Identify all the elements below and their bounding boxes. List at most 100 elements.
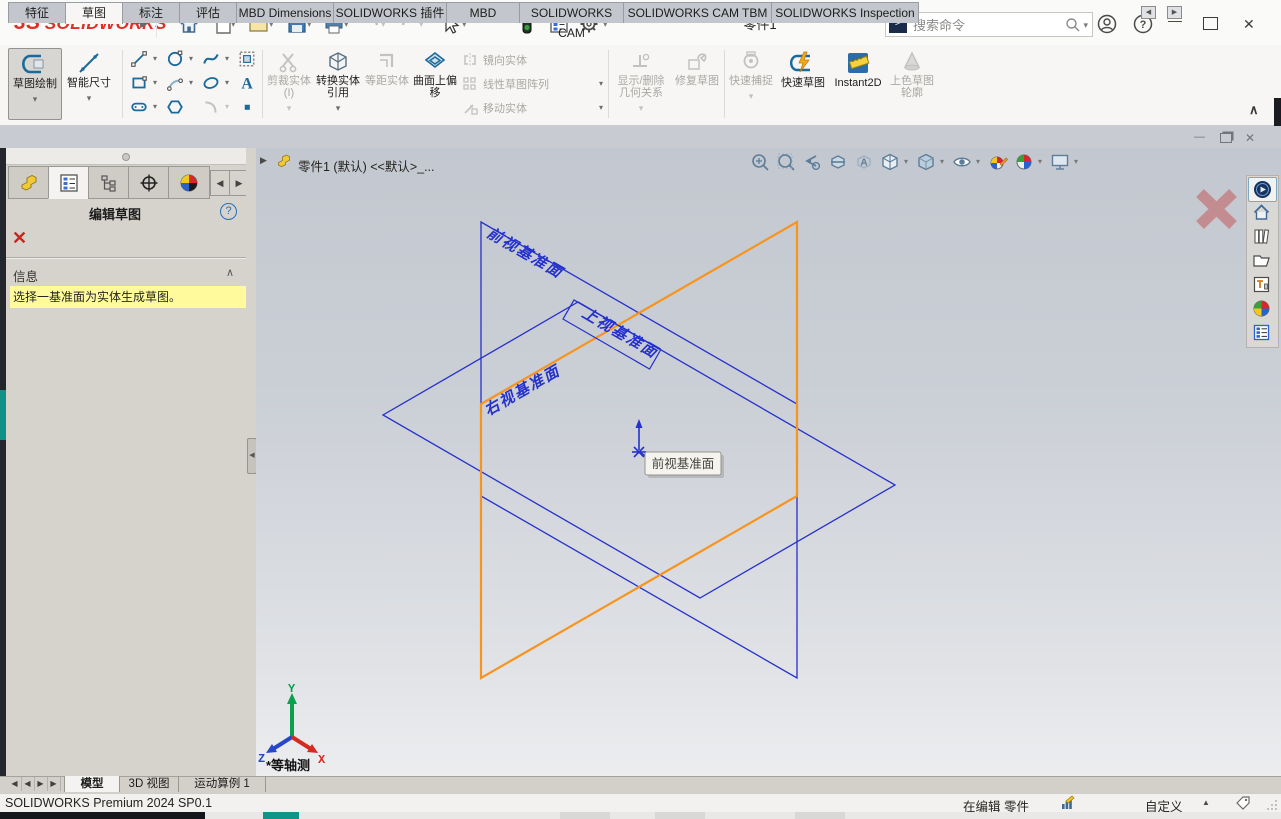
- ellipse-dropdown[interactable]: ▾: [222, 78, 232, 87]
- quick-snaps-icon: [739, 50, 763, 74]
- arc-tool[interactable]: [166, 74, 184, 92]
- convert-entities-button[interactable]: 转换实体引用 ▾: [314, 48, 362, 118]
- cmdbar-minimize-icon[interactable]: —: [1194, 131, 1205, 143]
- tape-first-button[interactable]: ◀: [8, 777, 22, 791]
- tab-dimxpert-manager[interactable]: [128, 166, 170, 199]
- right-plane-label[interactable]: 右视基准面: [482, 362, 565, 420]
- task-pane-3dexperience[interactable]: [1248, 177, 1277, 202]
- taskbar-app-segment: [795, 812, 845, 819]
- rectangle-dropdown[interactable]: ▾: [150, 78, 160, 87]
- tab-motion-study[interactable]: 运动算例 1: [178, 776, 266, 792]
- taskbar-teal-app: [263, 812, 299, 819]
- scene-3d[interactable]: 前视基准面 上视基准面 右视基准面 前视基准面: [256, 148, 1281, 776]
- tab-addins[interactable]: SOLIDWORKS 插件: [333, 2, 447, 23]
- ribbon-collapse-chevron[interactable]: ∧: [1249, 102, 1259, 118]
- arc-dropdown[interactable]: ▾: [186, 78, 196, 87]
- sketch-button[interactable]: 草图绘制 ▾: [8, 48, 62, 120]
- tab-inspection[interactable]: SOLIDWORKS Inspection: [771, 2, 919, 23]
- offset-entities-label: 等距实体: [365, 75, 409, 87]
- smart-dimension-button[interactable]: 智能尺寸 ▾: [64, 48, 114, 118]
- tab-property-manager[interactable]: [48, 166, 90, 199]
- tab-cam-tbm[interactable]: SOLIDWORKS CAM TBM: [623, 2, 772, 23]
- tag-icon[interactable]: [1235, 795, 1251, 811]
- tab-feature-tree[interactable]: [8, 166, 50, 199]
- rapid-sketch-button[interactable]: 快速草图: [778, 48, 828, 118]
- sketch-dropdown[interactable]: ▾: [9, 93, 61, 105]
- text-tool[interactable]: A: [238, 74, 256, 92]
- fillet-tool[interactable]: [202, 98, 220, 116]
- shaded-contours-icon: [900, 50, 924, 74]
- unit-system-icon[interactable]: [1060, 795, 1076, 811]
- move-entities-label: 移动实体: [483, 100, 527, 116]
- convert-dropdown[interactable]: ▾: [314, 102, 362, 114]
- maximize-button[interactable]: [1203, 17, 1218, 30]
- cancel-sketch-icon[interactable]: ✕: [12, 228, 27, 249]
- tab-display-manager[interactable]: [168, 166, 210, 199]
- line-tool[interactable]: [130, 50, 148, 68]
- pane-left-icon[interactable]: ◀: [1141, 6, 1156, 19]
- point-tool[interactable]: [238, 98, 256, 116]
- tape-next-button[interactable]: ▶: [34, 777, 48, 791]
- tab-evaluate[interactable]: 评估: [179, 2, 237, 23]
- instant2d-label: Instant2D: [834, 77, 881, 89]
- tape-last-button[interactable]: ▶: [47, 777, 61, 791]
- display-relations-icon: [629, 50, 653, 74]
- circle-dropdown[interactable]: ▾: [186, 54, 196, 63]
- ellipse-tool[interactable]: [202, 74, 220, 92]
- tab-3d-views[interactable]: 3D 视图: [119, 776, 179, 792]
- cmdbar-close-icon[interactable]: ✕: [1245, 131, 1255, 145]
- configuration-manager-icon: [99, 173, 119, 193]
- customize-up-icon[interactable]: ▲: [1202, 798, 1210, 807]
- smart-dimension-dropdown[interactable]: ▾: [64, 92, 114, 104]
- tab-mbd[interactable]: MBD: [446, 2, 520, 23]
- trim-entities-label: 剪裁实体(I): [267, 75, 311, 99]
- front-plane-label[interactable]: 前视基准面: [484, 224, 567, 283]
- panel-help-icon[interactable]: ?: [220, 203, 237, 220]
- slot-tool[interactable]: [130, 98, 148, 116]
- search-input[interactable]: 搜索命令: [913, 15, 1065, 34]
- search-icon[interactable]: [1065, 17, 1081, 33]
- instant2d-button[interactable]: Instant2D: [830, 48, 886, 118]
- resize-grip[interactable]: [1266, 799, 1278, 811]
- instant2d-icon: [845, 50, 871, 76]
- tab-sketch[interactable]: 草图: [65, 2, 123, 24]
- spline-dropdown[interactable]: ▾: [222, 54, 232, 63]
- spline-tool[interactable]: [202, 50, 220, 68]
- sketch-label: 草图绘制: [13, 78, 57, 90]
- circle-tool[interactable]: [166, 50, 184, 68]
- reference-triad: Y Z X: [258, 682, 326, 767]
- panel-tab-scroll-left[interactable]: ◀: [210, 170, 230, 196]
- rectangle-tool[interactable]: [130, 74, 148, 92]
- top-plane-label[interactable]: 上视基准面: [579, 305, 662, 363]
- exit-sketch-icon[interactable]: [1200, 193, 1233, 225]
- task-pane-home[interactable]: [1248, 201, 1275, 224]
- account-icon[interactable]: [1097, 14, 1117, 34]
- task-pane-view-palette[interactable]: [1248, 273, 1275, 296]
- view-palette-icon: [1252, 275, 1271, 294]
- polygon-tool[interactable]: [166, 98, 184, 116]
- panel-splitter-dot: [122, 153, 130, 161]
- tab-model[interactable]: 模型: [64, 776, 120, 792]
- tape-prev-button[interactable]: ◀: [21, 777, 35, 791]
- search-dropdown[interactable]: ▾: [1083, 14, 1088, 36]
- mirror-entities-icon: [462, 52, 478, 68]
- tab-configuration-manager[interactable]: [88, 166, 130, 199]
- cmdbar-restore-icon[interactable]: [1220, 133, 1232, 143]
- pane-right-icon[interactable]: ▶: [1167, 6, 1182, 19]
- tab-mbd-dimensions[interactable]: MBD Dimensions: [236, 2, 334, 23]
- offset-on-surface-icon: [423, 50, 447, 74]
- tab-annotate[interactable]: 标注: [122, 2, 180, 23]
- sketch-picture-tool[interactable]: [238, 50, 256, 68]
- task-pane-custom-properties[interactable]: [1248, 321, 1275, 344]
- tab-features[interactable]: 特征: [8, 2, 66, 23]
- offset-on-surface-button[interactable]: 曲面上偏移: [412, 48, 458, 118]
- line-dropdown[interactable]: ▾: [150, 54, 160, 63]
- slot-dropdown[interactable]: ▾: [150, 102, 160, 111]
- task-pane-appearances[interactable]: [1248, 297, 1275, 320]
- info-collapse-icon[interactable]: ∧: [226, 266, 234, 279]
- task-pane-file-explorer[interactable]: [1248, 249, 1275, 272]
- repair-sketch-button: 修复草图: [672, 48, 722, 118]
- task-pane-design-library[interactable]: [1248, 225, 1275, 248]
- tab-cam[interactable]: SOLIDWORKS CAM: [519, 2, 624, 23]
- close-button[interactable]: ✕: [1243, 16, 1255, 33]
